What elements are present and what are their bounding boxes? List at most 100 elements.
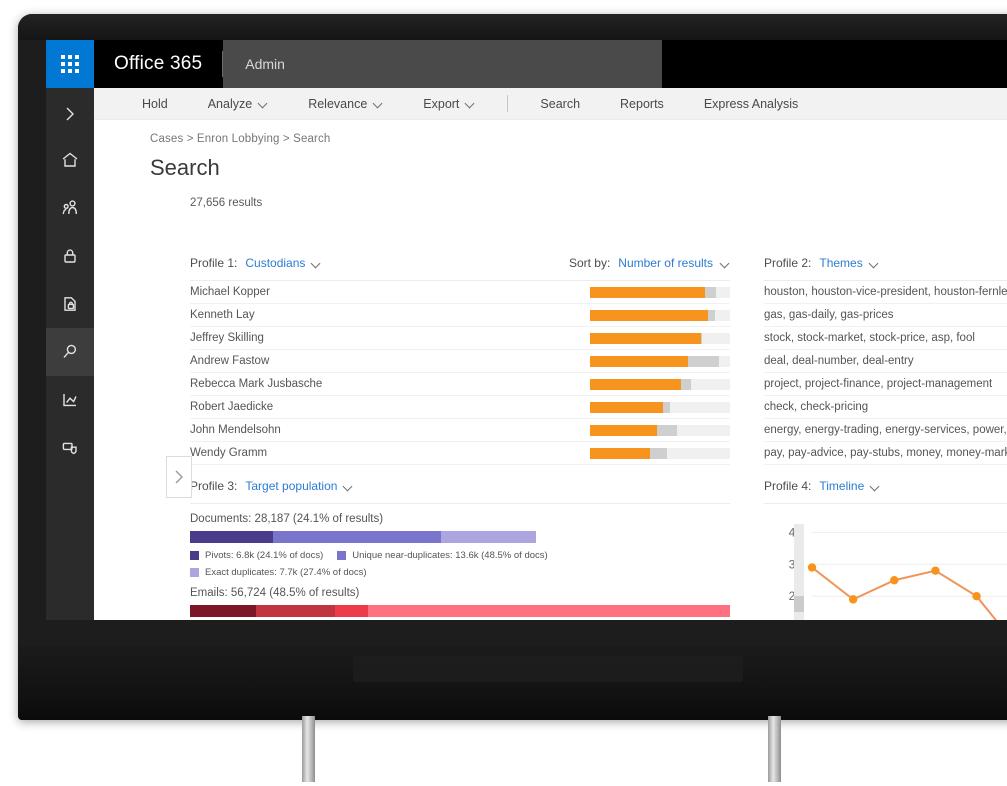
legend-label: Exact duplicates: 7.7k (27.4% of docs)	[205, 567, 367, 578]
sidebar-item-review[interactable]	[46, 424, 94, 472]
sidebar-item-hold[interactable]	[46, 232, 94, 280]
list-item[interactable]: houston, houston-vice-president, houston…	[764, 281, 1007, 304]
profile-2-label: Profile 2:	[764, 256, 812, 270]
office365-suite-bar: Office 365 Admin	[46, 40, 1007, 88]
command-analyze[interactable]: Analyze	[188, 97, 288, 111]
list-item[interactable]: energy, energy-trading, energy-services,…	[764, 419, 1007, 442]
suite-app-name: Admin	[245, 56, 285, 72]
table-row[interactable]: Andrew Fastow	[190, 350, 730, 373]
list-item[interactable]: deal, deal-number, deal-entry	[764, 350, 1007, 373]
sidebar-item-home[interactable]	[46, 136, 94, 184]
sort-selected: Number of results	[618, 256, 713, 270]
profiles-grid: Profile 1: Custodians Sort by: Number of…	[190, 256, 1007, 620]
custodian-name: Wendy Gramm	[190, 447, 268, 459]
profile-2-header: Profile 2: Themes	[764, 256, 1007, 280]
list-item[interactable]: project, project-finance, project-manage…	[764, 373, 1007, 396]
bar-segment-secondary	[700, 332, 702, 344]
legend-item: Unique near-duplicates: 13.6k (48.5% of …	[337, 550, 548, 561]
bar-segment-secondary	[688, 355, 719, 367]
command-search[interactable]: Search	[520, 97, 600, 111]
sort-control[interactable]: Sort by: Number of results	[569, 256, 730, 270]
list-item[interactable]: check, check-pricing	[764, 396, 1007, 419]
legend-swatch	[190, 568, 199, 577]
table-row[interactable]: John Mendelsohn	[190, 419, 730, 442]
stacked-bar	[190, 531, 536, 543]
command-hold-label: Hold	[142, 96, 168, 111]
target-population-block: Documents: 28,187 (24.1% of results) Pivo…	[190, 504, 730, 578]
chart-scrollbar-thumb[interactable]	[794, 596, 804, 612]
custodian-name: Rebecca Mark Jusbasche	[190, 378, 323, 390]
legend-label: Pivots: 6.8k (24.1% of docs)	[205, 550, 324, 561]
bar-segment-primary	[590, 447, 651, 459]
command-express-analysis[interactable]: Express Analysis	[684, 97, 818, 111]
bar-segment-secondary	[681, 378, 691, 390]
sidebar-item-expand[interactable]	[46, 92, 94, 136]
data-point	[931, 566, 940, 575]
timeline-chart: 010203040May-14Jun-14Jul-14Aug-14Sep-14O…	[764, 504, 1007, 620]
stacked-bar-segment	[190, 531, 274, 543]
command-analyze-label: Analyze	[207, 96, 253, 111]
custodian-result-bar	[590, 401, 730, 413]
command-reports[interactable]: Reports	[600, 97, 684, 111]
command-search-label: Search	[540, 96, 581, 111]
screen: Office 365 Admin Hold Analyze Relevance …	[46, 40, 1007, 620]
list-item[interactable]: stock, stock-market, stock-price, asp, f…	[764, 327, 1007, 350]
results-count: 27,656 results	[190, 197, 263, 209]
legend-swatch	[337, 551, 347, 560]
panel-expand-button[interactable]	[166, 456, 192, 498]
breadcrumb[interactable]: Cases > Enron Lobbying > Search	[94, 120, 1007, 145]
table-row[interactable]: Jeffrey Skilling	[190, 327, 730, 350]
profile-2-selector[interactable]: Themes	[819, 256, 878, 270]
document-lock-icon	[64, 297, 76, 311]
command-relevance[interactable]: Relevance	[288, 97, 403, 111]
command-reports-label: Reports	[620, 96, 664, 111]
sidebar-item-search[interactable]	[46, 328, 94, 376]
custodian-result-bar	[590, 286, 730, 298]
table-row[interactable]: Michael Kopper	[190, 281, 730, 304]
bar-segment-primary	[590, 286, 705, 298]
profile-4-selector[interactable]: Timeline	[819, 479, 880, 493]
stacked-bar-segment	[440, 531, 536, 543]
chevron-down-icon	[721, 259, 730, 268]
list-item[interactable]: pay, pay-advice, pay-stubs, money, money…	[764, 442, 1007, 465]
custodian-name: Michael Kopper	[190, 286, 270, 298]
custodian-name: Robert Jaedicke	[190, 401, 274, 413]
waffle-grid-icon[interactable]	[46, 40, 94, 88]
bar-segment-secondary	[707, 309, 715, 321]
command-hold[interactable]: Hold	[122, 97, 188, 111]
profile-3-selector[interactable]: Target population	[245, 479, 353, 493]
legend: Inclusive: 7k (12.3% of emails)Inclusive…	[190, 617, 730, 620]
bar-segment-secondary	[650, 447, 667, 459]
stacked-bar-segment	[368, 605, 730, 617]
data-point	[848, 595, 858, 604]
legend-item: Exact duplicates: 7.7k (27.4% of docs)	[190, 567, 367, 578]
stacked-bar-segment	[190, 605, 257, 617]
table-row[interactable]: Kenneth Lay	[190, 304, 730, 327]
table-row[interactable]: Robert Jaedicke	[190, 396, 730, 419]
profile-1-custodians: Profile 1: Custodians Sort by: Number of…	[190, 256, 730, 465]
search-icon	[63, 344, 77, 358]
custodian-result-bar	[590, 447, 730, 459]
chart-vertical-scrollbar[interactable]	[794, 524, 804, 620]
monitor-chin	[18, 646, 1007, 720]
profile-3-label: Profile 3:	[190, 479, 238, 493]
waffle-grid-dots	[61, 55, 79, 73]
chevron-down-icon	[374, 99, 383, 108]
table-row[interactable]: Rebecca Mark Jusbasche	[190, 373, 730, 396]
suite-app-area: Admin	[223, 40, 662, 88]
lock-icon	[64, 249, 76, 263]
page-title: Search	[150, 155, 220, 180]
app-frame: Hold Analyze Relevance Export Search Rep…	[94, 88, 1007, 620]
suite-brand[interactable]: Office 365	[94, 40, 222, 88]
profile-4-timeline: Profile 4: Timeline Resolution 010	[764, 465, 1007, 620]
command-export[interactable]: Export	[403, 97, 495, 111]
stacked-bar-segment	[273, 531, 441, 543]
table-row[interactable]: Wendy Gramm	[190, 442, 730, 465]
sidebar-item-analytics[interactable]	[46, 376, 94, 424]
profile-1-selected: Custodians	[245, 256, 306, 270]
profile-1-selector[interactable]: Custodians	[245, 256, 321, 270]
list-item[interactable]: gas, gas-daily, gas-prices	[764, 304, 1007, 327]
bar-segment-primary	[590, 355, 688, 367]
sidebar-item-people[interactable]	[46, 184, 94, 232]
sidebar-item-documents[interactable]	[46, 280, 94, 328]
